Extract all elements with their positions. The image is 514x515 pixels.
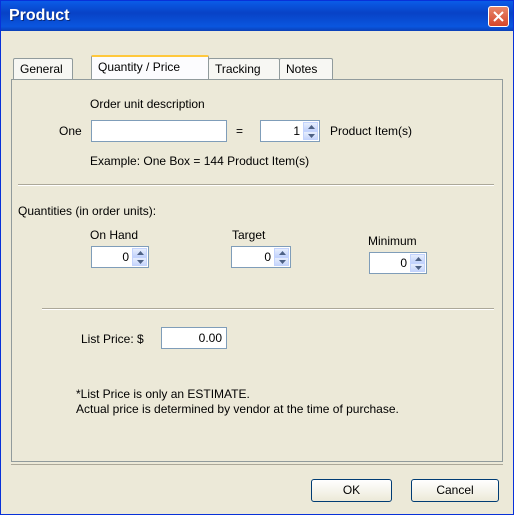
- on-hand-stepper[interactable]: 0: [91, 246, 149, 268]
- chevron-up-icon: [279, 251, 286, 255]
- tab-general[interactable]: General: [13, 58, 73, 79]
- minimum-stepper[interactable]: 0: [369, 252, 427, 274]
- quantity-price-panel: Order unit description One = 1 Product I…: [11, 79, 503, 462]
- close-icon: [493, 11, 504, 22]
- one-label: One: [59, 124, 82, 138]
- chevron-down-icon: [279, 260, 286, 264]
- cancel-button[interactable]: Cancel: [411, 479, 499, 502]
- list-price-input[interactable]: [161, 327, 227, 349]
- section-divider: [18, 184, 494, 186]
- order-unit-heading: Order unit description: [90, 97, 205, 111]
- tab-tracking[interactable]: Tracking: [208, 58, 280, 79]
- section-divider: [42, 308, 494, 310]
- chevron-down-icon: [308, 134, 315, 138]
- price-note-line1: *List Price is only an ESTIMATE.: [76, 387, 250, 401]
- tab-notes[interactable]: Notes: [279, 58, 333, 79]
- equals-label: =: [236, 124, 244, 138]
- spin-up-button[interactable]: [303, 122, 318, 131]
- spin-down-button[interactable]: [274, 257, 289, 266]
- spin-down-button[interactable]: [303, 131, 318, 140]
- chevron-down-icon: [137, 260, 144, 264]
- quantities-heading: Quantities (in order units):: [18, 204, 157, 218]
- order-unit-example: Example: One Box = 144 Product Item(s): [90, 154, 310, 168]
- spin-up-button[interactable]: [274, 248, 289, 257]
- target-label: Target: [232, 228, 266, 242]
- on-hand-label: On Hand: [90, 228, 139, 242]
- order-unit-quantity-stepper[interactable]: 1: [260, 120, 320, 142]
- title-bar[interactable]: Product: [1, 1, 513, 31]
- product-items-label: Product Item(s): [330, 124, 413, 138]
- chevron-down-icon: [415, 266, 422, 270]
- order-unit-quantity-value: 1: [293, 124, 300, 138]
- chevron-up-icon: [415, 257, 422, 261]
- spin-up-button[interactable]: [410, 254, 425, 263]
- ok-button[interactable]: OK: [311, 479, 392, 502]
- target-stepper[interactable]: 0: [231, 246, 291, 268]
- chevron-up-icon: [308, 125, 315, 129]
- spin-down-button[interactable]: [132, 257, 147, 266]
- spin-up-button[interactable]: [132, 248, 147, 257]
- window-title: Product: [9, 7, 70, 24]
- price-note-line2: Actual price is determined by vendor at …: [76, 402, 399, 416]
- spin-down-button[interactable]: [410, 263, 425, 272]
- list-price-label: List Price: $: [81, 332, 144, 346]
- on-hand-value: 0: [122, 250, 129, 264]
- minimum-label: Minimum: [368, 234, 417, 248]
- minimum-value: 0: [400, 256, 407, 270]
- chevron-up-icon: [137, 251, 144, 255]
- tab-quantity-price[interactable]: Quantity / Price: [91, 55, 209, 79]
- order-unit-description-input[interactable]: [91, 120, 227, 142]
- product-dialog: Product General Quantity / Price Trackin…: [0, 0, 514, 515]
- close-button[interactable]: [488, 6, 509, 27]
- bottom-divider: [11, 464, 503, 465]
- target-value: 0: [264, 250, 271, 264]
